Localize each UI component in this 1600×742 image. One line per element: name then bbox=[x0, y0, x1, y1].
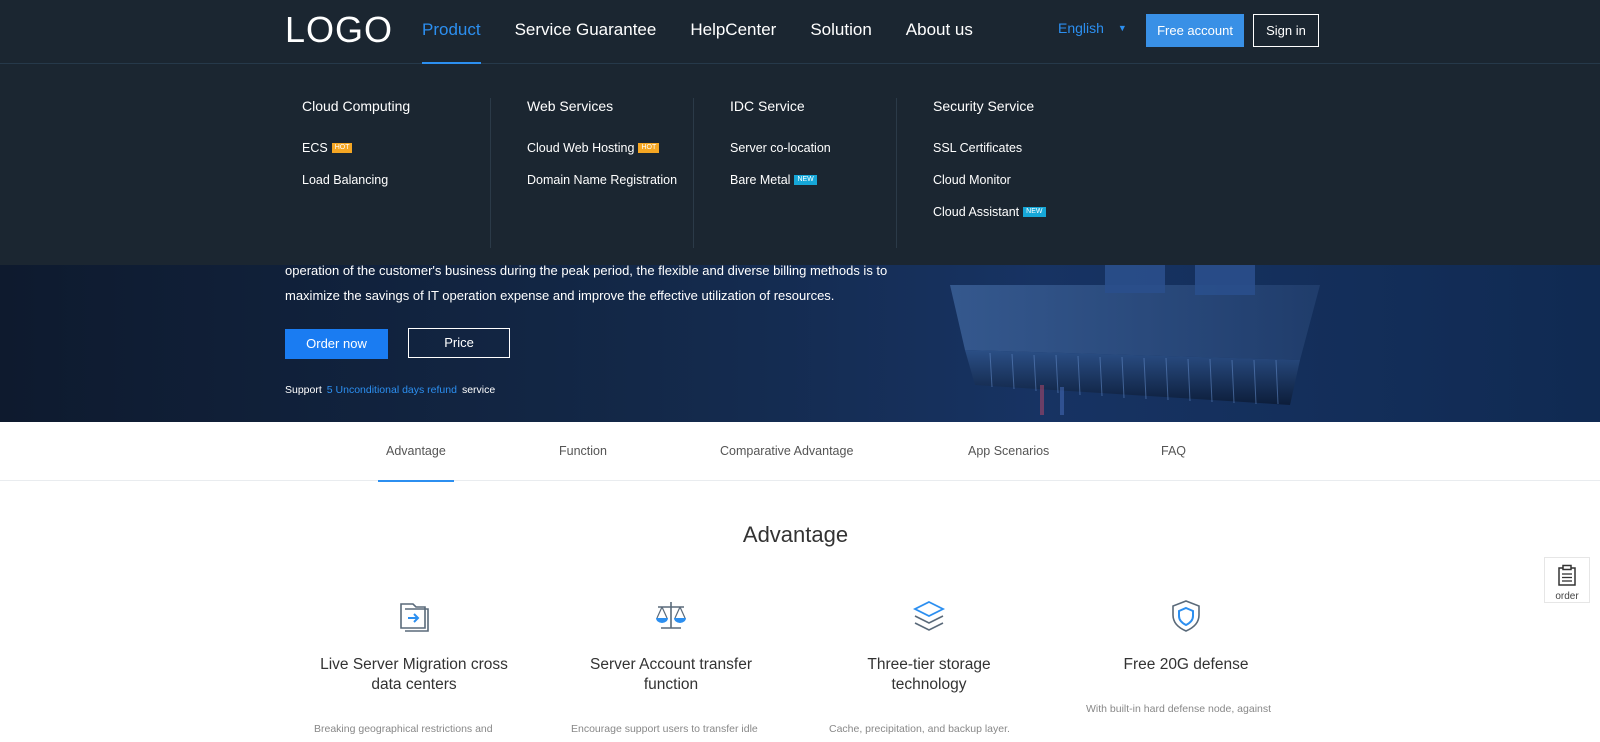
advantage-card: Live Server Migration cross data centers… bbox=[314, 598, 514, 739]
layers-icon bbox=[912, 600, 946, 631]
hot-badge: HOT bbox=[638, 143, 660, 153]
menu-item-ssl-certificates[interactable]: SSL Certificates bbox=[933, 140, 1046, 172]
language-label: English bbox=[1058, 20, 1104, 36]
shield-icon bbox=[1172, 600, 1200, 632]
menu-item-label: Domain Name Registration bbox=[527, 173, 678, 187]
menu-item-ecs[interactable]: ECS HOT bbox=[302, 140, 410, 172]
menu-item-label: Cloud Assistant bbox=[933, 205, 1020, 219]
hero-text-line: maximize the savings of IT operation exp… bbox=[285, 288, 835, 303]
nav-helpcenter[interactable]: HelpCenter bbox=[690, 0, 776, 64]
card-description: Cache, precipitation, and backup layer. bbox=[829, 723, 1010, 735]
new-badge: NEW bbox=[1023, 207, 1046, 217]
menu-item-label: Cloud Web Hosting bbox=[527, 141, 635, 155]
menu-item-label: Bare Metal bbox=[730, 173, 791, 187]
menu-item-label: SSL Certificates bbox=[933, 141, 1023, 155]
tab-faq[interactable]: FAQ bbox=[1161, 422, 1186, 481]
card-title: Live Server Migration cross data centers bbox=[320, 656, 508, 693]
menu-item-domain-name-registration[interactable]: Domain Name Registration bbox=[527, 172, 677, 204]
menu-item-label: Load Balancing bbox=[302, 173, 389, 187]
card-title: Three-tier storage technology bbox=[867, 656, 991, 693]
nav-product[interactable]: Product bbox=[422, 0, 481, 64]
card-title: Server Account transfer function bbox=[590, 656, 752, 693]
support-prefix: Support bbox=[285, 384, 322, 396]
menu-item-load-balancing[interactable]: Load Balancing bbox=[302, 172, 410, 204]
menu-item-cloud-web-hosting[interactable]: Cloud Web Hosting HOT bbox=[527, 140, 677, 172]
new-badge: NEW bbox=[794, 175, 817, 185]
menu-item-cloud-monitor[interactable]: Cloud Monitor bbox=[933, 172, 1046, 204]
clipboard-icon bbox=[1558, 564, 1576, 586]
caret-down-icon: ▼ bbox=[1117, 23, 1127, 33]
language-selector[interactable]: English ▼ bbox=[1058, 20, 1127, 36]
tab-function[interactable]: Function bbox=[559, 422, 607, 481]
support-note: Support 5 Unconditional days refund servic… bbox=[285, 384, 495, 396]
menu-item-server-co-location[interactable]: Server co-location bbox=[730, 140, 831, 172]
nav-about-us[interactable]: About us bbox=[906, 0, 973, 64]
price-button[interactable]: Price bbox=[408, 328, 510, 358]
hero-banner: operation of the customer's business dur… bbox=[0, 265, 1600, 422]
support-suffix: service bbox=[461, 384, 496, 396]
menu-item-label: Cloud Monitor bbox=[933, 173, 1011, 187]
sign-in-button[interactable]: Sign in bbox=[1253, 14, 1319, 47]
menu-column-title: Security Service bbox=[933, 98, 1035, 114]
floating-order-button[interactable]: order bbox=[1544, 557, 1590, 603]
card-title: Free 20G defense bbox=[1123, 656, 1249, 673]
balance-scale-icon bbox=[656, 602, 686, 629]
order-label: order bbox=[1555, 591, 1579, 602]
tab-app-scenarios[interactable]: App Scenarios bbox=[968, 422, 1049, 481]
nav-solution[interactable]: Solution bbox=[810, 0, 871, 64]
menu-item-label: ECS bbox=[302, 141, 328, 155]
hero-text-line: operation of the customer's business dur… bbox=[285, 265, 888, 278]
tab-comparative-advantage[interactable]: Comparative Advantage bbox=[720, 422, 853, 481]
menu-column-web-services: Web Services Cloud Web Hosting HOT Domai… bbox=[489, 98, 677, 248]
menu-column-title: Web Services bbox=[527, 98, 614, 114]
product-dropdown-menu: Cloud Computing ECS HOT Load Balancing W… bbox=[0, 64, 1600, 265]
menu-item-bare-metal[interactable]: Bare Metal NEW bbox=[730, 172, 831, 204]
hot-badge: HOT bbox=[331, 143, 353, 153]
menu-column-cloud-computing: Cloud Computing ECS HOT Load Balancing bbox=[302, 98, 410, 248]
menu-item-cloud-assistant[interactable]: Cloud Assistant NEW bbox=[933, 204, 1046, 236]
hero-description: operation of the customer's business dur… bbox=[285, 265, 905, 308]
menu-column-title: IDC Service bbox=[730, 98, 805, 114]
logo[interactable]: LOGO bbox=[285, 12, 393, 48]
advantage-card: Three-tier storage technology Cache, pre… bbox=[829, 598, 1029, 739]
advantage-card: Free 20G defense With built-in hard defe… bbox=[1086, 598, 1286, 719]
order-now-button[interactable]: Order now bbox=[285, 329, 388, 359]
menu-item-label: Server co-location bbox=[730, 141, 831, 155]
refund-policy-link[interactable]: 5 Unconditional days refund bbox=[327, 384, 457, 396]
nav-service-guarantee[interactable]: Service Guarantee bbox=[515, 0, 657, 64]
migration-icon bbox=[400, 603, 429, 632]
menu-column-title: Cloud Computing bbox=[302, 98, 411, 114]
main-nav: Product Service Guarantee HelpCenter Sol… bbox=[422, 0, 1007, 64]
card-description: With built-in hard defense node, against bbox=[1086, 703, 1272, 715]
card-description: Breaking geographical restrictions and bbox=[314, 723, 493, 735]
card-description: Encourage support users to transfer idle bbox=[571, 723, 758, 735]
section-tabs: Advantage Function Comparative Advantage… bbox=[0, 422, 1600, 482]
top-navigation-bar: LOGO Product Service Guarantee HelpCente… bbox=[0, 0, 1600, 64]
advantage-card: Server Account transfer function Encoura… bbox=[571, 598, 771, 739]
advantage-heading: Advantage bbox=[742, 522, 849, 547]
menu-column-idc-service: IDC Service Server co-location Bare Meta… bbox=[693, 98, 831, 248]
menu-column-security-service: Security Service SSL Certificates Cloud … bbox=[896, 98, 1046, 248]
tab-advantage[interactable]: Advantage bbox=[378, 422, 454, 482]
free-account-button[interactable]: Free account bbox=[1146, 14, 1244, 47]
